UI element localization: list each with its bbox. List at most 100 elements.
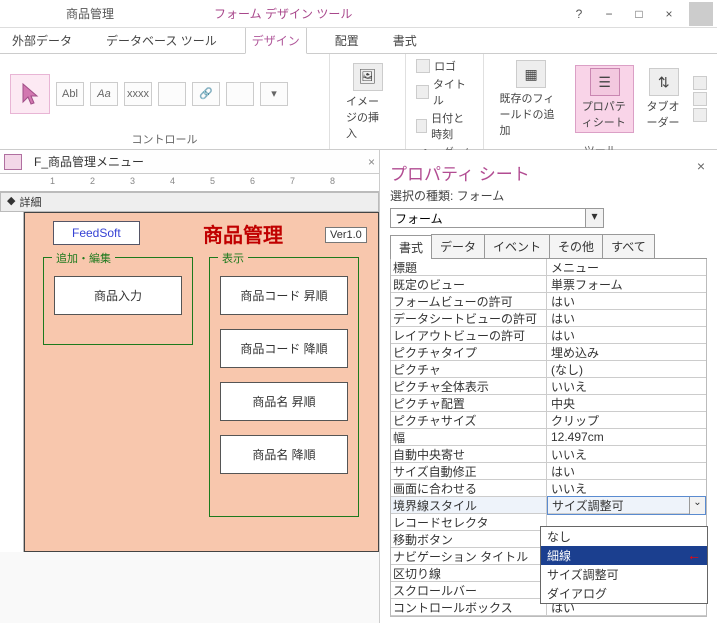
group-add-edit[interactable]: 追加・編集 商品入力 — [43, 257, 193, 345]
prop-row[interactable]: フォームビューの許可はい — [391, 293, 706, 310]
prop-row[interactable]: レイアウトビューの許可はい — [391, 327, 706, 344]
prop-key: 移動ボタン — [391, 531, 547, 548]
label-control-icon[interactable]: Aa — [90, 82, 118, 106]
tab-arrange[interactable]: 配置 — [329, 28, 365, 53]
dropdown-option-none[interactable]: なし — [541, 527, 707, 546]
prop-value[interactable]: いいえ — [547, 378, 706, 395]
selection-type-label: 選択の種類: フォーム — [390, 187, 707, 204]
form-tab-title[interactable]: F_商品管理メニュー — [34, 153, 144, 170]
prop-row[interactable]: 境界線スタイルサイズ調整可⌄ — [391, 497, 706, 514]
button-code-desc[interactable]: 商品コード 降順 — [220, 329, 348, 368]
prop-value[interactable]: いいえ — [547, 446, 706, 463]
border-style-dropdown: なし 細線 ← サイズ調整可 ダイアログ — [540, 526, 708, 604]
prop-value[interactable]: メニュー — [547, 259, 706, 276]
prop-row[interactable]: ピクチャ全体表示いいえ — [391, 378, 706, 395]
insert-image-button[interactable]: 🖼 イメージの挿入 — [340, 61, 395, 143]
form-tab-close-icon[interactable]: × — [368, 155, 375, 169]
button-code-asc[interactable]: 商品コード 昇順 — [220, 276, 348, 315]
tab-order-icon: ⇅ — [649, 68, 679, 96]
property-sheet-label: プロパティシート — [582, 98, 628, 130]
dropdown-option-thin[interactable]: 細線 ← — [541, 546, 707, 565]
help-button[interactable]: ? — [569, 7, 589, 21]
prop-row[interactable]: データシートビューの許可はい — [391, 310, 706, 327]
minimize-button[interactable]: − — [599, 7, 619, 21]
image-icon: 🖼 — [353, 63, 383, 91]
prop-tab-event[interactable]: イベント — [484, 234, 550, 258]
prop-row[interactable]: 既定のビュー単票フォーム — [391, 276, 706, 293]
prop-value[interactable]: 埋め込み — [547, 344, 706, 361]
prop-row[interactable]: ピクチャタイプ埋め込み — [391, 344, 706, 361]
logo-button[interactable]: ロゴ — [416, 58, 472, 74]
form-canvas[interactable]: FeedSoft 商品管理 Ver1.0 追加・編集 商品入力 表示 商品コード… — [24, 212, 379, 552]
prop-value[interactable]: はい — [547, 293, 706, 310]
group-display[interactable]: 表示 商品コード 昇順 商品コード 降順 商品名 昇順 商品名 降順 — [209, 257, 359, 517]
tab-design[interactable]: デザイン — [245, 27, 307, 54]
prop-row[interactable]: サイズ自動修正はい — [391, 463, 706, 480]
object-selector-dropdown-icon[interactable]: ▾ — [586, 208, 604, 228]
prop-row[interactable]: ピクチャ(なし) — [391, 361, 706, 378]
prop-row[interactable]: 幅12.497cm — [391, 429, 706, 446]
button-name-asc[interactable]: 商品名 昇順 — [220, 382, 348, 421]
prop-value[interactable]: 単票フォーム — [547, 276, 706, 293]
property-sheet-title: プロパティ シート — [390, 160, 707, 185]
button-control-icon[interactable]: xxxx — [124, 82, 152, 106]
select-tool-icon[interactable] — [10, 74, 50, 114]
prop-key: 既定のビュー — [391, 276, 547, 293]
tab-order-label: タブオーダー — [646, 98, 681, 130]
link-control-icon[interactable]: 🔗 — [192, 82, 220, 106]
tab-control-icon[interactable] — [158, 82, 186, 106]
detail-section-header[interactable]: ◆ 詳細 — [0, 192, 379, 212]
prop-value[interactable]: クリップ — [547, 412, 706, 429]
tab-external-data[interactable]: 外部データ — [6, 28, 78, 53]
date-time-button[interactable]: 日付と時刻 — [416, 110, 472, 142]
dropdown-option-dialog[interactable]: ダイアログ — [541, 584, 707, 603]
prop-row[interactable]: 画面に合わせるいいえ — [391, 480, 706, 497]
feedsoft-label[interactable]: FeedSoft — [53, 221, 140, 245]
prop-value[interactable]: サイズ調整可⌄ — [547, 496, 706, 515]
prop-row[interactable]: ピクチャ配置中央 — [391, 395, 706, 412]
tool-extra-2-icon[interactable] — [693, 92, 707, 106]
button-product-input[interactable]: 商品入力 — [54, 276, 182, 315]
insert-image-label: イメージの挿入 — [346, 93, 389, 141]
prop-key: スクロールバー — [391, 582, 547, 599]
prop-value[interactable]: はい — [547, 310, 706, 327]
prop-row[interactable]: 標題メニュー — [391, 259, 706, 276]
property-sheet-close-icon[interactable]: × — [697, 158, 705, 174]
form-title-label[interactable]: 商品管理 — [203, 219, 283, 248]
tool-extra-1-icon[interactable] — [693, 76, 707, 90]
prop-key: サイズ自動修正 — [391, 463, 547, 480]
title-button[interactable]: タイトル — [416, 76, 472, 108]
more-controls-icon[interactable]: ▾ — [260, 82, 288, 106]
prop-row[interactable]: ピクチャサイズクリップ — [391, 412, 706, 429]
restore-button[interactable]: □ — [629, 7, 649, 21]
annotation-arrow-icon: ← — [687, 547, 701, 563]
add-fields-button[interactable]: ▦ 既存のフィールドの追加 — [494, 58, 569, 140]
textbox-control-icon[interactable]: Abl — [56, 82, 84, 106]
prop-value[interactable]: はい — [547, 327, 706, 344]
prop-value[interactable]: (なし) — [547, 361, 706, 378]
dropdown-option-sizable[interactable]: サイズ調整可 — [541, 565, 707, 584]
tab-db-tools[interactable]: データベース ツール — [100, 28, 223, 53]
prop-value[interactable]: 12.497cm — [547, 430, 706, 444]
prop-value[interactable]: はい — [547, 463, 706, 480]
tool-extra-3-icon[interactable] — [693, 108, 707, 122]
prop-tab-format[interactable]: 書式 — [390, 235, 432, 259]
prop-tab-data[interactable]: データ — [431, 234, 485, 258]
nav-control-icon[interactable] — [226, 82, 254, 106]
button-name-desc[interactable]: 商品名 降順 — [220, 435, 348, 474]
prop-key: ピクチャ配置 — [391, 395, 547, 412]
version-label[interactable]: Ver1.0 — [325, 227, 367, 243]
prop-value-dropdown-icon[interactable]: ⌄ — [689, 497, 705, 514]
user-avatar[interactable] — [689, 2, 713, 26]
tab-order-button[interactable]: ⇅ タブオーダー — [640, 66, 687, 132]
prop-key: 自動中央寄せ — [391, 446, 547, 463]
object-selector-input[interactable] — [390, 208, 586, 228]
prop-tab-other[interactable]: その他 — [549, 234, 603, 258]
close-button[interactable]: × — [659, 7, 679, 21]
property-sheet-button[interactable]: ☰ プロパティシート — [575, 65, 635, 133]
prop-value[interactable]: いいえ — [547, 480, 706, 497]
prop-row[interactable]: 自動中央寄せいいえ — [391, 446, 706, 463]
prop-tab-all[interactable]: すべて — [602, 234, 655, 258]
tab-format[interactable]: 書式 — [387, 28, 423, 53]
prop-value[interactable]: 中央 — [547, 395, 706, 412]
